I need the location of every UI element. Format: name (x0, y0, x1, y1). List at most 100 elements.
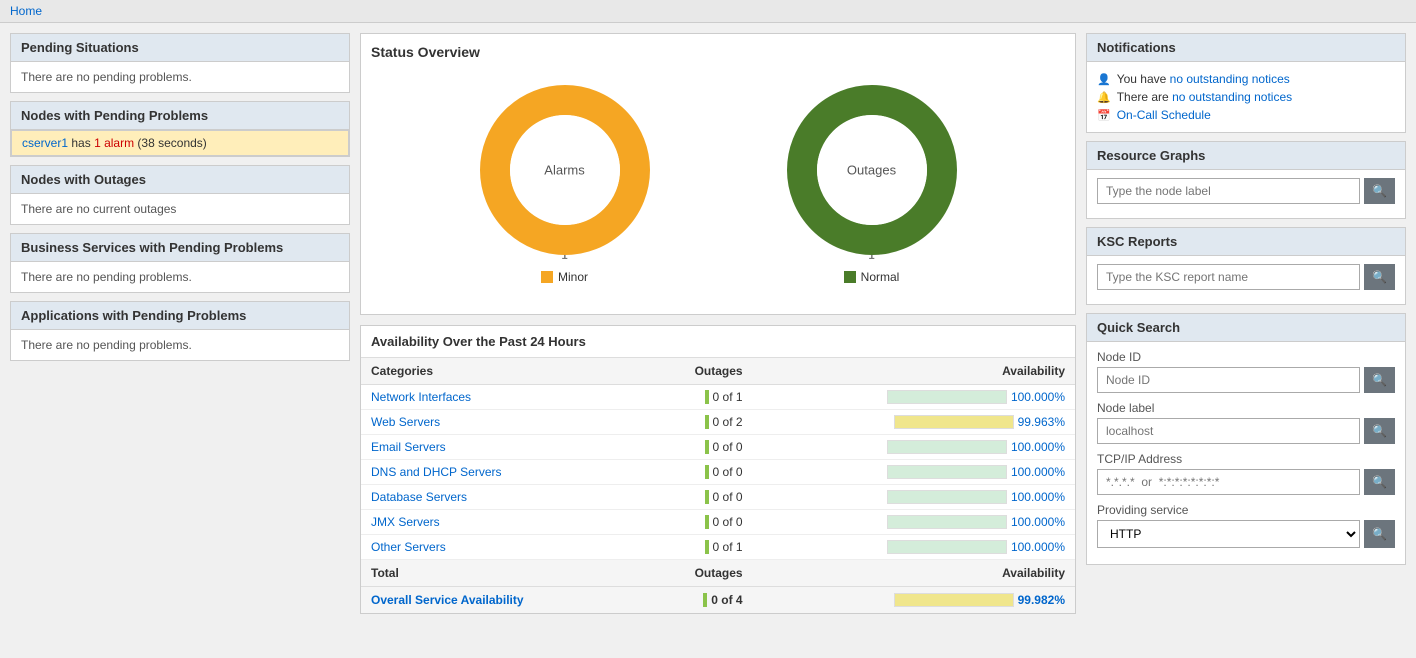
person-icon (1097, 72, 1111, 86)
table-row: Other Servers 0 of 1100.000% (361, 535, 1075, 560)
outages-legend-box (844, 271, 856, 283)
notification-row-2: There are no outstanding notices (1097, 88, 1395, 106)
availability-title: Availability Over the Past 24 Hours (361, 326, 1075, 358)
status-overview-section: Status Overview Alarms 1 (360, 33, 1076, 315)
left-panel: Pending Situations There are no pending … (10, 33, 350, 614)
nodes-outages-header: Nodes with Outages (11, 166, 349, 194)
notif-text-2: There are no outstanding notices (1117, 90, 1292, 104)
node-id-input[interactable] (1097, 367, 1360, 393)
availability-table: Categories Outages Availability Network … (361, 358, 1075, 613)
row-category-name: Email Servers (361, 435, 642, 460)
outages-legend: Normal (844, 270, 900, 284)
ksc-reports-search-btn[interactable]: 🔍 (1364, 264, 1395, 290)
row-outages: 0 of 0 (642, 510, 753, 535)
resource-graphs-section: Resource Graphs 🔍 (1086, 141, 1406, 219)
node-id-label: Node ID (1097, 350, 1395, 364)
notification-row-1: You have no outstanding notices (1097, 70, 1395, 88)
row-availability: 100.000% (753, 385, 1075, 410)
status-overview-title: Status Overview (371, 44, 1065, 60)
overall-outages-bar: 0 of 4 (642, 587, 753, 614)
nodes-pending-section: Nodes with Pending Problems cserver1 has… (10, 101, 350, 157)
ksc-reports-input[interactable] (1097, 264, 1360, 290)
applications-body: There are no pending problems. (11, 330, 349, 360)
ksc-reports-search-row: 🔍 (1097, 264, 1395, 290)
row-outages: 0 of 0 (642, 435, 753, 460)
calendar-icon (1097, 108, 1111, 122)
overall-availability-bar: 99.982% (753, 587, 1075, 614)
overall-label: Overall Service Availability (361, 587, 642, 614)
pending-situations-body: There are no pending problems. (11, 62, 349, 92)
outages-donut-item: Outages 1 Normal (782, 80, 962, 284)
providing-service-search-btn[interactable]: 🔍 (1364, 520, 1395, 548)
node-id-row: 🔍 (1097, 367, 1395, 393)
overall-link[interactable]: Overall Service Availability (371, 593, 524, 607)
outstanding-notices-link-1[interactable]: no outstanding notices (1170, 72, 1290, 86)
category-link[interactable]: DNS and DHCP Servers (371, 465, 502, 479)
pending-situations-section: Pending Situations There are no pending … (10, 33, 350, 93)
outstanding-notices-link-2[interactable]: no outstanding notices (1172, 90, 1292, 104)
alarm-row: cserver1 has 1 alarm (38 seconds) (11, 130, 349, 156)
nodes-outages-section: Nodes with Outages There are no current … (10, 165, 350, 225)
tcp-ip-input[interactable] (1097, 469, 1360, 495)
alarms-legend: Minor (541, 270, 588, 284)
row-availability: 100.000% (753, 535, 1075, 560)
alarms-donut-wrapper: Alarms (475, 80, 655, 260)
category-link[interactable]: Email Servers (371, 440, 446, 454)
overall-row: Overall Service Availability 0 of 4 (361, 587, 1075, 614)
business-services-section: Business Services with Pending Problems … (10, 233, 350, 293)
providing-service-select[interactable]: HTTP HTTPS FTP SSH SMTP SNMP (1097, 520, 1360, 548)
row-availability: 100.000% (753, 460, 1075, 485)
ksc-reports-section: KSC Reports 🔍 (1086, 227, 1406, 305)
row-availability: 100.000% (753, 510, 1075, 535)
on-call-schedule-link[interactable]: On-Call Schedule (1117, 108, 1211, 122)
node-label-search-btn[interactable]: 🔍 (1364, 418, 1395, 444)
table-row: JMX Servers 0 of 0100.000% (361, 510, 1075, 535)
quick-search-header: Quick Search (1087, 314, 1405, 342)
tcp-ip-group: TCP/IP Address 🔍 (1097, 452, 1395, 495)
category-link[interactable]: Web Servers (371, 415, 440, 429)
notification-row-3: On-Call Schedule (1097, 106, 1395, 124)
alarms-donut-label: Alarms (544, 163, 584, 178)
providing-service-group: Providing service HTTP HTTPS FTP SSH SMT… (1097, 503, 1395, 548)
row-outages: 0 of 1 (642, 535, 753, 560)
table-row: Web Servers 0 of 299.963% (361, 410, 1075, 435)
pending-situations-header: Pending Situations (11, 34, 349, 62)
row-availability: 99.963% (753, 410, 1075, 435)
category-link[interactable]: Database Servers (371, 490, 467, 504)
row-outages: 0 of 1 (642, 385, 753, 410)
row-category-name: JMX Servers (361, 510, 642, 535)
alarms-legend-label: Minor (558, 270, 588, 284)
col-categories: Categories (361, 358, 642, 385)
resource-graphs-search-btn[interactable]: 🔍 (1364, 178, 1395, 204)
col-availability: Availability (753, 358, 1075, 385)
tcp-ip-search-btn[interactable]: 🔍 (1364, 469, 1395, 495)
providing-service-row: HTTP HTTPS FTP SSH SMTP SNMP 🔍 (1097, 520, 1395, 548)
ksc-reports-header: KSC Reports (1087, 228, 1405, 256)
category-link[interactable]: Network Interfaces (371, 390, 471, 404)
applications-header: Applications with Pending Problems (11, 302, 349, 330)
alarm-has-text: has (71, 136, 90, 150)
row-outages: 0 of 2 (642, 410, 753, 435)
cserver1-link[interactable]: cserver1 (22, 136, 68, 150)
category-link[interactable]: JMX Servers (371, 515, 440, 529)
availability-total-row: Total Outages Availability (361, 560, 1075, 587)
availability-table-header: Categories Outages Availability (361, 358, 1075, 385)
home-link[interactable]: Home (10, 4, 42, 18)
row-category-name: Database Servers (361, 485, 642, 510)
resource-graphs-input[interactable] (1097, 178, 1360, 204)
outages-donut-text: Outages (847, 163, 896, 178)
node-id-group: Node ID 🔍 (1097, 350, 1395, 393)
node-id-search-btn[interactable]: 🔍 (1364, 367, 1395, 393)
node-label-input[interactable] (1097, 418, 1360, 444)
business-services-header: Business Services with Pending Problems (11, 234, 349, 262)
resource-graphs-search-row: 🔍 (1097, 178, 1395, 204)
row-availability: 100.000% (753, 435, 1075, 460)
table-row: Email Servers 0 of 0100.000% (361, 435, 1075, 460)
alarm-duration: (38 seconds) (137, 136, 206, 150)
outages-donut-label: Outages (847, 163, 896, 178)
table-row: DNS and DHCP Servers0 of 0100.000% (361, 460, 1075, 485)
category-link[interactable]: Other Servers (371, 540, 446, 554)
table-row: Database Servers0 of 0100.000% (361, 485, 1075, 510)
table-row: Network Interfaces 0 of 1100.000% (361, 385, 1075, 410)
total-outages: Outages (642, 560, 753, 587)
